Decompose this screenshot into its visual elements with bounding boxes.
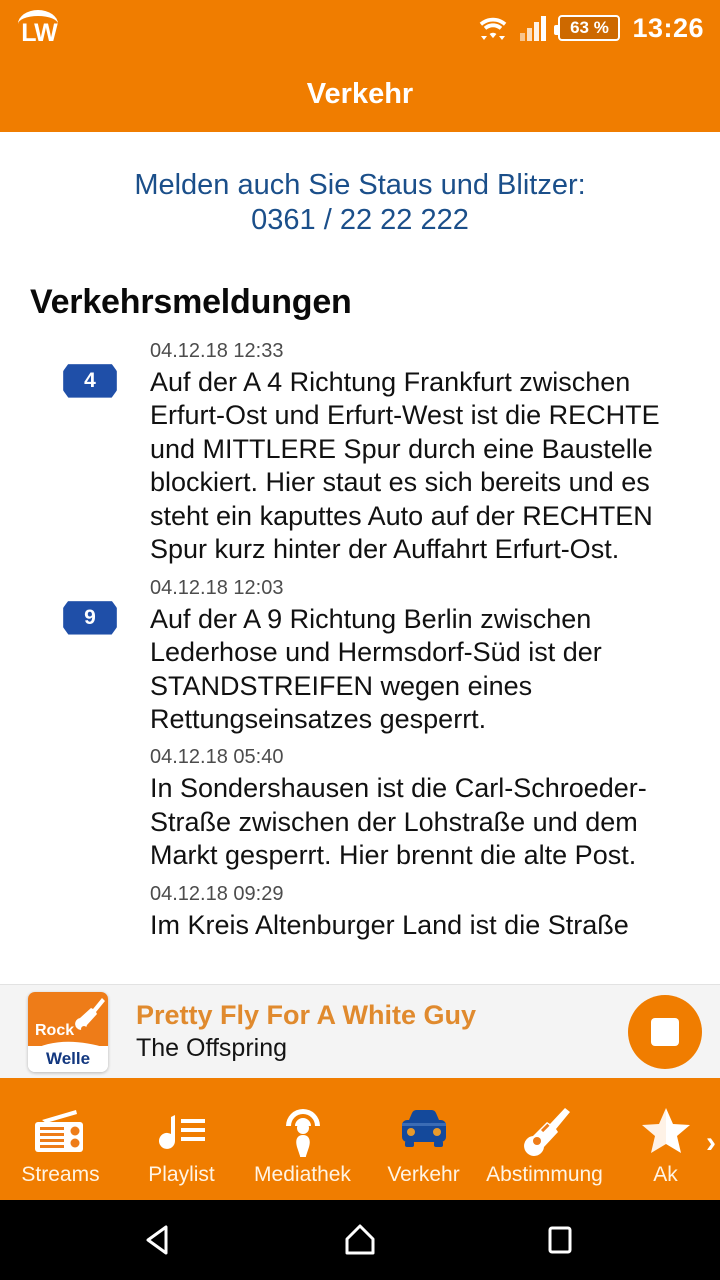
podcast-icon [278,1102,328,1160]
home-button[interactable] [330,1210,390,1270]
cellular-signal-icon [520,15,547,41]
traffic-message-body: 04.12.18 09:29 Im Kreis Altenburger Land… [150,883,706,942]
report-hotline-banner[interactable]: Melden auch Sie Staus und Blitzer: 0361 … [0,132,720,239]
status-bar: LW 63 % 13:26 [0,0,720,56]
content-scroll-area[interactable]: Melden auch Sie Staus und Blitzer: 0361 … [0,132,720,984]
electric-guitar-icon [517,1102,573,1160]
track-artist: The Offspring [136,1033,288,1062]
battery-percent: 63 % [570,18,609,37]
tab-abstimmung[interactable]: Abstimmung [484,1078,605,1200]
autobahn-badge-column: 9 [30,577,150,737]
track-info: Pretty Fly For A White Guy The Offspring [108,999,628,1064]
traffic-message-text: Auf der A 4 Richtung Frankfurt zwischen … [150,366,660,565]
traffic-message-timestamp: 04.12.18 05:40 [150,746,284,769]
tab-verkehr[interactable]: Verkehr [363,1078,484,1200]
traffic-message-body: 04.12.18 12:33 Auf der A 4 Richtung Fran… [150,340,706,567]
bottom-tab-bar[interactable]: Streams Playlist Mediathek Verkehr Absti… [0,1078,720,1200]
traffic-message-timestamp: 04.12.18 09:29 [150,882,284,905]
status-bar-right: 63 % 13:26 [478,13,704,44]
autobahn-badge-column [30,883,150,942]
station-logo: Rock Welle [28,991,108,1072]
traffic-message-body: 04.12.18 12:03 Auf der A 9 Richtung Berl… [150,577,706,737]
traffic-message-body: 04.12.18 05:40 In Sondershausen ist die … [150,746,706,872]
tab-label: Verkehr [387,1162,460,1186]
app-root: LW 63 % 13:26 Verkehr Melden auch Sie St… [0,0,720,1280]
star-icon [641,1102,691,1160]
tab-aktionen[interactable]: Ak [605,1078,720,1200]
traffic-message-item[interactable]: 9 04.12.18 12:03 Auf der A 9 Richtung Be… [0,577,720,737]
tab-playlist[interactable]: Playlist [121,1078,242,1200]
tab-label: Ak [653,1162,678,1186]
page-title: Verkehr [306,77,414,110]
traffic-message-text: In Sondershausen ist die Carl-Schroeder-… [150,773,647,871]
tab-label: Abstimmung [486,1162,603,1186]
track-title: Pretty Fly For A White Guy [136,1000,477,1030]
car-icon [395,1102,453,1160]
recents-button[interactable] [530,1210,590,1270]
music-note-list-icon [155,1102,209,1160]
traffic-message-list: 4 04.12.18 12:33 Auf der A 4 Richtung Fr… [0,322,720,943]
autobahn-shield-badge: 4 [63,363,117,398]
autobahn-badge-column [30,746,150,872]
logo-text: LW [21,19,57,47]
traffic-message-item[interactable]: 4 04.12.18 12:33 Auf der A 4 Richtung Fr… [0,340,720,567]
traffic-message-timestamp: 04.12.18 12:33 [150,339,284,362]
battery-indicator: 63 % [554,15,621,41]
stop-button[interactable] [628,994,702,1069]
now-playing-bar[interactable]: Rock Welle Pretty Fly For A White Guy Th… [0,984,720,1078]
traffic-message-item[interactable]: 04.12.18 09:29 Im Kreis Altenburger Land… [0,883,720,942]
traffic-message-item[interactable]: 04.12.18 05:40 In Sondershausen ist die … [0,746,720,872]
traffic-message-text: Auf der A 9 Richtung Berlin zwischen Led… [150,603,602,734]
tab-streams[interactable]: Streams [0,1078,121,1200]
stop-icon [651,1017,679,1046]
status-bar-clock: 13:26 [632,12,704,43]
hotline-number[interactable]: 0361 / 22 22 222 [20,203,700,238]
traffic-message-timestamp: 04.12.18 12:03 [150,576,284,599]
autobahn-badge-column: 4 [30,340,150,567]
tab-label: Mediathek [254,1162,351,1186]
station-logo-swoosh [30,1041,106,1055]
traffic-message-text: Im Kreis Altenburger Land ist die Straße [150,909,629,940]
tab-mediathek[interactable]: Mediathek [242,1078,363,1200]
back-button[interactable] [130,1210,190,1270]
radio-icon [32,1102,90,1160]
hotline-prompt: Melden auch Sie Staus und Blitzer: [134,169,586,201]
app-notification-logo: LW [14,8,64,48]
wifi-icon [478,14,508,42]
tab-overflow-chevron-icon[interactable]: › [706,1128,716,1158]
tab-label: Streams [21,1162,100,1186]
app-bar: Verkehr [0,56,720,132]
section-heading: Verkehrsmeldungen [30,282,352,321]
logo-arc-icon [18,10,58,24]
tab-label: Playlist [148,1162,215,1186]
autobahn-shield-badge: 9 [63,600,117,635]
android-navigation-bar[interactable] [0,1200,720,1280]
